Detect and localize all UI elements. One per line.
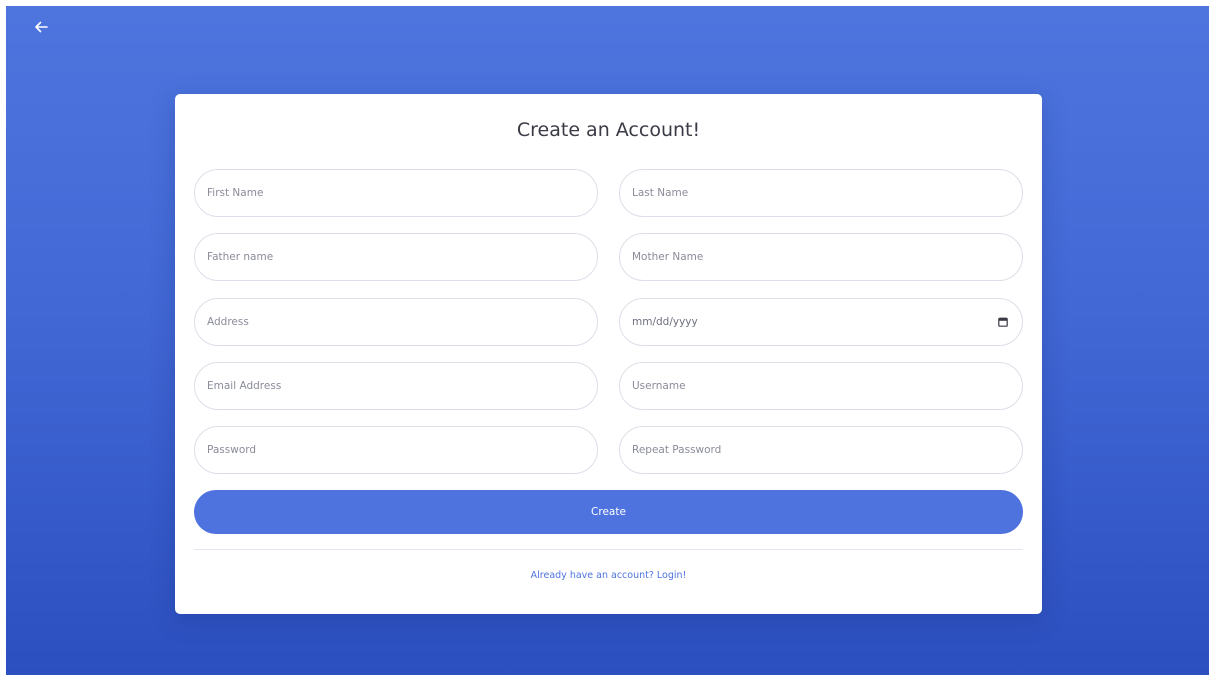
- back-button[interactable]: [30, 16, 52, 38]
- mother-name-input[interactable]: [632, 234, 992, 280]
- email-field[interactable]: [194, 362, 598, 410]
- mother-name-field[interactable]: [619, 233, 1023, 281]
- first-name-field[interactable]: [194, 169, 598, 217]
- login-link[interactable]: Already have an account? Login!: [175, 570, 1042, 581]
- password-input[interactable]: [207, 427, 567, 473]
- address-field[interactable]: [194, 298, 598, 346]
- email-input[interactable]: [207, 363, 567, 409]
- page-background: Create an Account! mm/dd/yyyy: [6, 6, 1209, 675]
- father-name-input[interactable]: [207, 234, 567, 280]
- divider: [194, 549, 1023, 550]
- address-input[interactable]: [207, 299, 567, 345]
- last-name-input[interactable]: [632, 170, 992, 216]
- username-input[interactable]: [632, 363, 992, 409]
- calendar-icon[interactable]: [998, 317, 1008, 327]
- repeat-password-input[interactable]: [632, 427, 992, 473]
- password-field[interactable]: [194, 426, 598, 474]
- father-name-field[interactable]: [194, 233, 598, 281]
- repeat-password-field[interactable]: [619, 426, 1023, 474]
- first-name-input[interactable]: [207, 170, 567, 216]
- page-title: Create an Account!: [516, 119, 701, 141]
- date-input[interactable]: mm/dd/yyyy: [632, 299, 698, 345]
- arrow-left-icon: [35, 21, 48, 33]
- create-button[interactable]: Create: [194, 490, 1023, 534]
- username-field[interactable]: [619, 362, 1023, 410]
- date-of-birth-field[interactable]: mm/dd/yyyy: [619, 298, 1023, 346]
- register-card: Create an Account! mm/dd/yyyy: [175, 94, 1042, 614]
- last-name-field[interactable]: [619, 169, 1023, 217]
